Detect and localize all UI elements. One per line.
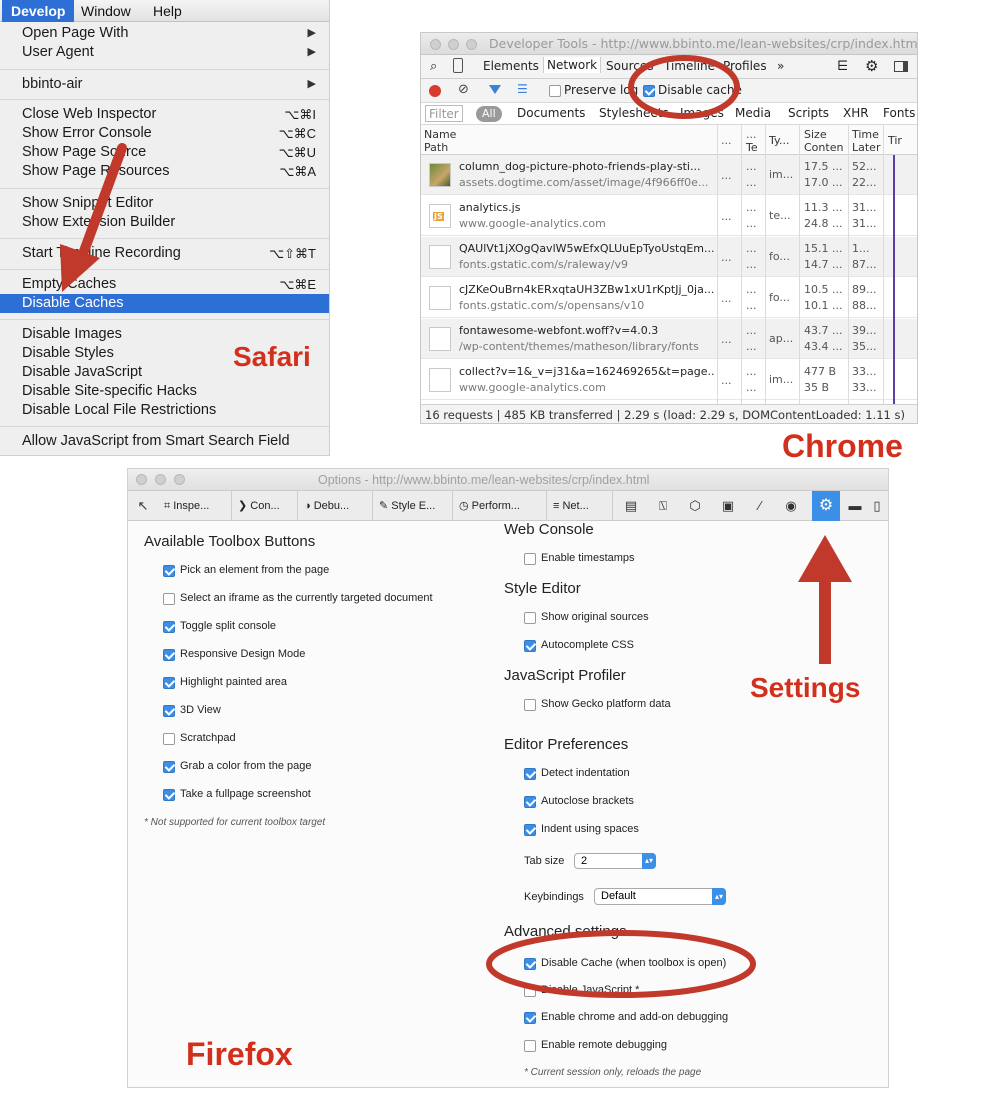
firefox-disable-cache-circle [486, 930, 756, 998]
chrome-disable-cache-circle [628, 55, 740, 119]
annotation-overlay [60, 55, 852, 998]
settings-arrow [798, 535, 852, 664]
safari-arrow [60, 143, 127, 292]
